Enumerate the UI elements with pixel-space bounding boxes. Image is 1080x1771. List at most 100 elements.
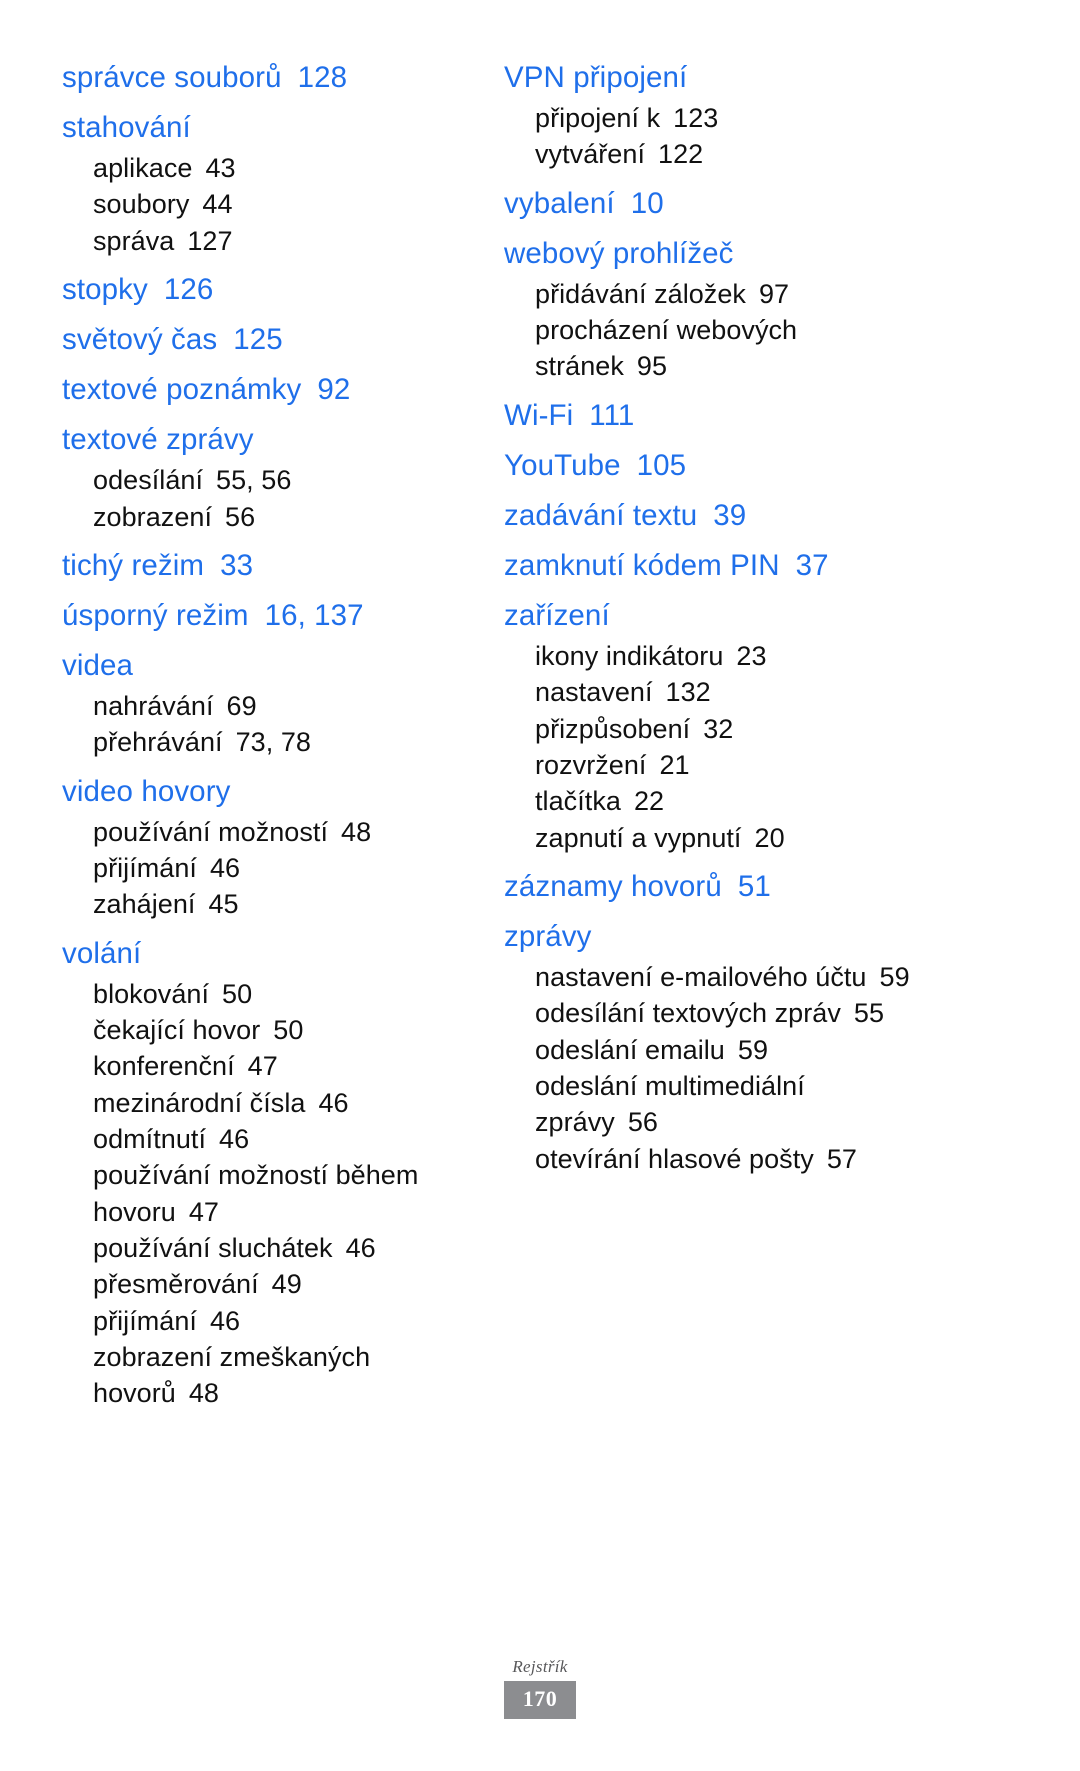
index-subentry[interactable]: nahrávání 69 — [62, 688, 482, 724]
index-subentry[interactable]: nastavení 132 — [504, 674, 924, 710]
index-subentry[interactable]: procházení webových stránek 95 — [504, 312, 924, 385]
term-text: webový prohlížeč — [504, 236, 734, 270]
index-entry-term[interactable]: záznamy hovorů 51 — [504, 865, 924, 908]
subentry-text: otevírání hlasové pošty — [535, 1143, 814, 1174]
index-subentry[interactable]: přidávání záložek 97 — [504, 276, 924, 312]
page-reference: 46 — [209, 853, 241, 884]
subentry-text: přijímání — [93, 1305, 197, 1336]
index-subentry-list: blokování 50 čekající hovor 50 konferenční 47… — [62, 976, 482, 1412]
page-reference: 47 — [247, 1051, 278, 1082]
index-subentry[interactable]: odmítnutí 46 — [62, 1121, 482, 1157]
index-subentry[interactable]: zobrazení 56 — [62, 499, 482, 535]
index-subentry[interactable]: odeslání multimediální zprávy 56 — [504, 1068, 924, 1141]
index-entry: VPN připojení připojení k 123 vytváření 122 — [504, 56, 924, 173]
index-entry: textové zprávy odesílání 55, 56 zobrazení 56 — [62, 418, 482, 535]
subentry-text: přijímání — [93, 853, 197, 884]
page-reference: 126 — [163, 273, 214, 307]
index-subentry[interactable]: odesílání 55, 56 — [62, 462, 482, 498]
index-subentry[interactable]: mezinárodní čísla 46 — [62, 1085, 482, 1121]
index-entry: zadávání textu 39 — [504, 494, 924, 537]
index-subentry[interactable]: přesměrování 49 — [62, 1266, 482, 1302]
subentry-text: odesílání — [93, 465, 204, 496]
term-text: video hovory — [62, 774, 231, 808]
index-subentry[interactable]: nastavení e-mailového účtu 59 — [504, 959, 924, 995]
index-entry-term[interactable]: zařízení — [504, 594, 924, 637]
subentry-text: přizpůsobení — [535, 713, 691, 744]
index-subentry[interactable]: zobrazení zmeškaných hovorů 48 — [62, 1339, 482, 1412]
index-subentry[interactable]: zapnutí a vypnutí 20 — [504, 820, 924, 856]
index-subentry[interactable]: odesílání textových zpráv 55 — [504, 995, 924, 1031]
subentry-text: nahrávání — [93, 691, 214, 722]
index-subentry[interactable]: přehrávání 73, 78 — [62, 724, 482, 760]
index-subentry[interactable]: aplikace 43 — [62, 150, 482, 186]
index-entry-term[interactable]: zamknutí kódem PIN 37 — [504, 544, 924, 587]
index-subentry[interactable]: připojení k 123 — [504, 100, 924, 136]
subentry-text: odeslání emailu — [535, 1034, 725, 1065]
index-subentry[interactable]: blokování 50 — [62, 976, 482, 1012]
page-reference: 111 — [589, 398, 635, 432]
index-subentry[interactable]: přizpůsobení 32 — [504, 711, 924, 747]
term-text: videa — [62, 649, 134, 683]
page-reference: 123 — [673, 103, 719, 134]
page-reference: 48 — [188, 1378, 219, 1409]
index-entry-term[interactable]: video hovory — [62, 770, 482, 813]
term-text: vybalení — [504, 186, 615, 220]
page-reference: 21 — [659, 750, 690, 780]
page-reference: 127 — [187, 225, 233, 256]
index-subentry[interactable]: tlačítka 22 — [504, 783, 924, 819]
index-subentry[interactable]: rozvržení 21 — [504, 747, 924, 783]
page-reference: 56 — [225, 501, 256, 532]
term-text: záznamy hovorů — [504, 869, 722, 903]
index-subentry[interactable]: ikony indikátoru 23 — [504, 638, 924, 674]
subentry-text: zahájení — [93, 889, 196, 920]
index-entry-term[interactable]: volání — [62, 932, 482, 975]
index-subentry[interactable]: zahájení 45 — [62, 886, 482, 922]
index-entry-term[interactable]: VPN připojení — [504, 56, 924, 99]
subentry-text: nastavení — [535, 677, 653, 708]
page-reference: 49 — [271, 1269, 302, 1300]
index-subentry[interactable]: používání sluchátek 46 — [62, 1230, 482, 1266]
subentry-text: odesílání textových zpráv — [535, 998, 841, 1029]
index-subentry[interactable]: soubory 44 — [62, 186, 482, 222]
index-subentry[interactable]: správa 127 — [62, 223, 482, 259]
index-entry-term[interactable]: úsporný režim 16, 137 — [62, 594, 482, 637]
index-entry: správce souborů 128 — [62, 56, 482, 99]
index-entry: úsporný režim 16, 137 — [62, 594, 482, 637]
index-subentry[interactable]: přijímání 46 — [62, 1303, 482, 1339]
subentry-text: mezinárodní čísla — [93, 1087, 306, 1118]
index-subentry[interactable]: používání možností během hovoru 47 — [62, 1157, 482, 1230]
index-subentry[interactable]: vytváření 122 — [504, 136, 924, 172]
subentry-text: blokování — [93, 978, 210, 1009]
subentry-text: soubory — [93, 189, 190, 220]
subentry-text: zobrazení — [93, 501, 213, 532]
index-subentry[interactable]: používání možností 48 — [62, 814, 482, 850]
term-text: zařízení — [504, 599, 610, 632]
index-entry-term[interactable]: tichý režim 33 — [62, 544, 482, 587]
index-entry-term[interactable]: YouTube 105 — [504, 444, 924, 487]
index-subentry[interactable]: přijímání 46 — [62, 850, 482, 886]
term-text: VPN připojení — [504, 61, 688, 94]
index-subentry-list: odesílání 55, 56 zobrazení 56 — [62, 462, 482, 535]
index-entry-term[interactable]: stahování — [62, 106, 482, 149]
index-entry: video hovory používání možností 48 přijímán… — [62, 770, 482, 923]
index-entry-term[interactable]: webový prohlížeč — [504, 232, 924, 275]
index-subentry[interactable]: čekající hovor 50 — [62, 1012, 482, 1048]
index-entry-term[interactable]: videa — [62, 644, 482, 687]
index-entry-term[interactable]: zprávy — [504, 915, 924, 958]
index-entry-term[interactable]: zadávání textu 39 — [504, 494, 924, 537]
index-subentry-list: připojení k 123 vytváření 122 — [504, 100, 924, 173]
page-reference: 56 — [627, 1107, 658, 1138]
index-entry-term[interactable]: světový čas 125 — [62, 318, 482, 361]
index-columns: správce souborů 128 stahování aplikace 43 sou… — [62, 56, 1018, 1421]
page-reference: 22 — [633, 786, 665, 817]
index-entry-term[interactable]: stopky 126 — [62, 268, 482, 311]
index-entry-term[interactable]: textové zprávy — [62, 418, 482, 461]
page-reference: 51 — [737, 869, 771, 903]
index-entry-term[interactable]: Wi-Fi 111 — [504, 394, 924, 437]
index-entry-term[interactable]: textové poznámky 92 — [62, 368, 482, 411]
index-subentry[interactable]: otevírání hlasové pošty 57 — [504, 1141, 924, 1177]
index-subentry[interactable]: konferenční 47 — [62, 1048, 482, 1084]
index-entry-term[interactable]: vybalení 10 — [504, 182, 924, 225]
index-subentry[interactable]: odeslání emailu 59 — [504, 1032, 924, 1068]
index-entry-term[interactable]: správce souborů 128 — [62, 56, 482, 99]
